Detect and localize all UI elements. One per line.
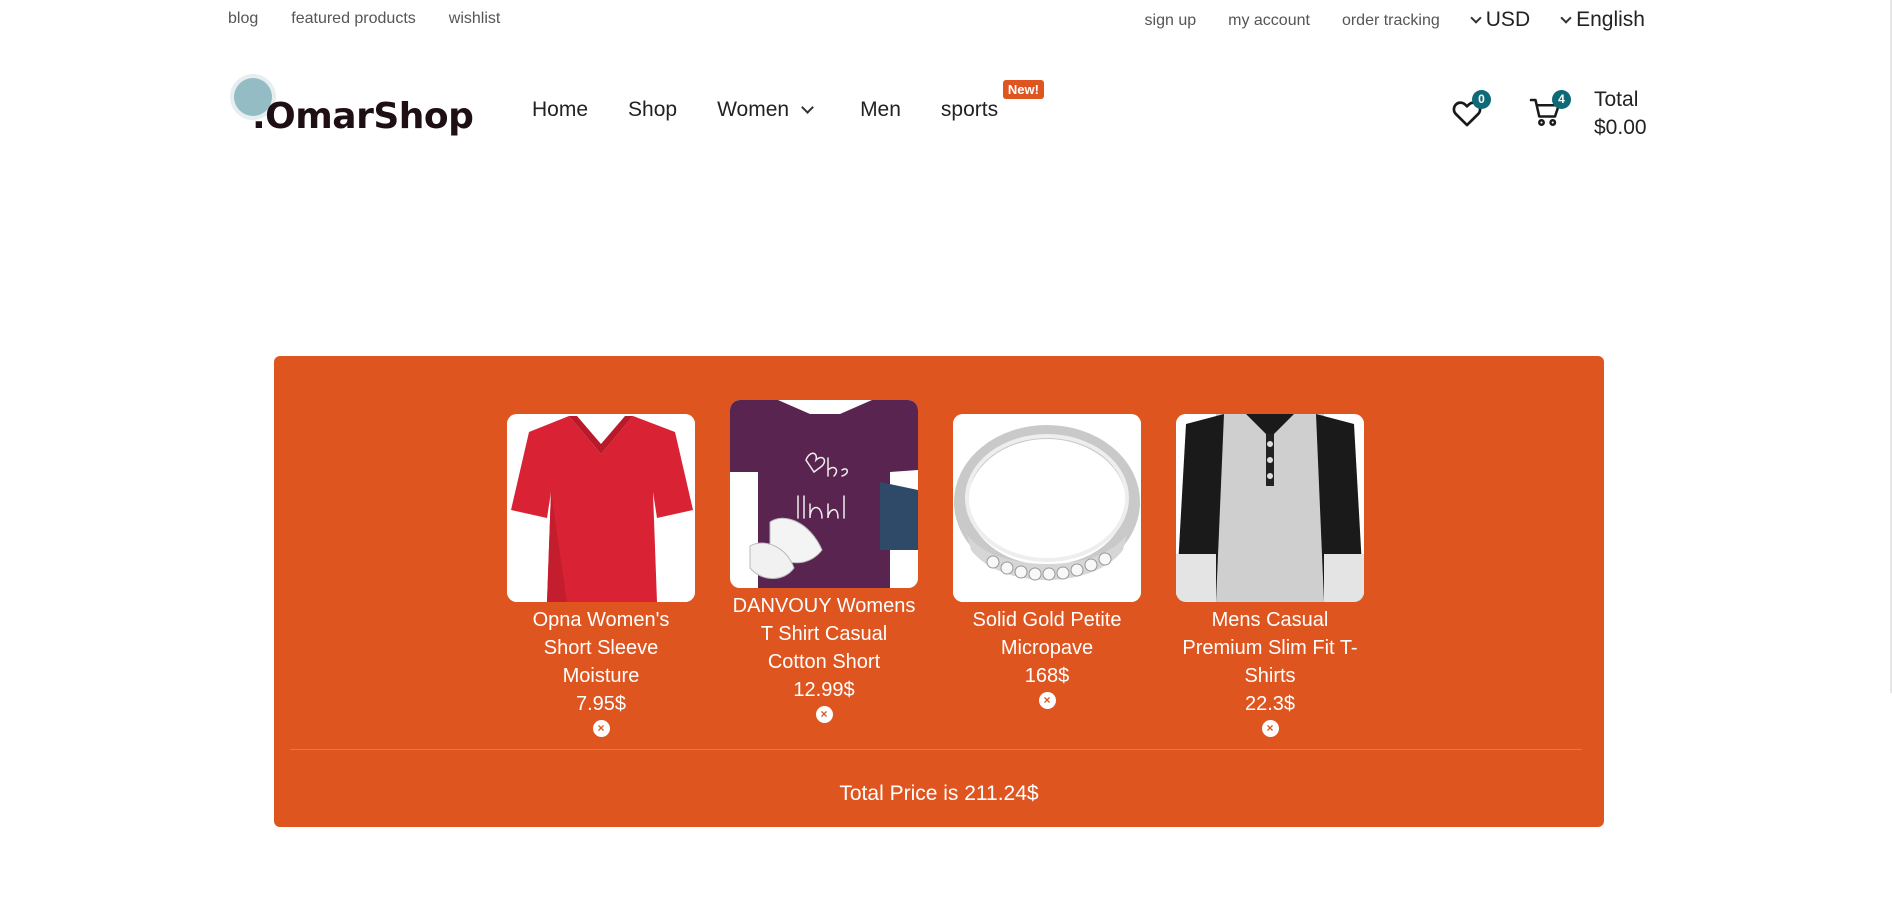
cart-total-label: Total bbox=[1594, 88, 1639, 111]
featured-products-link[interactable]: featured products bbox=[291, 10, 416, 28]
cart-total: Total $0.00 bbox=[1594, 86, 1647, 142]
cart-item: DANVOUY Womens T Shirt Casual Cotton Sho… bbox=[729, 400, 919, 723]
header-actions: 0 4 Total $0.00 bbox=[1448, 86, 1668, 146]
my-account-link[interactable]: my account bbox=[1228, 12, 1310, 30]
cart-count-badge: 4 bbox=[1552, 90, 1571, 109]
divider bbox=[290, 749, 1582, 750]
red-shirt-image bbox=[507, 414, 695, 602]
chevron-down-icon bbox=[1560, 12, 1572, 24]
nav-women-label: Women bbox=[717, 98, 790, 121]
site-logo[interactable]: .OmarShop bbox=[230, 70, 474, 140]
remove-item-button[interactable]: × bbox=[815, 706, 833, 723]
product-image[interactable] bbox=[507, 414, 695, 602]
cart-panel: Opna Women's Short Sleeve Moisture 7.95$… bbox=[274, 356, 1604, 827]
currency-select[interactable]: USD bbox=[1470, 8, 1531, 32]
sign-up-link[interactable]: sign up bbox=[1145, 12, 1197, 30]
cart-button[interactable]: 4 bbox=[1528, 90, 1571, 130]
top-bar: blog featured products wishlist sign up … bbox=[0, 0, 1892, 40]
currency-value: USD bbox=[1485, 8, 1531, 31]
chevron-down-icon bbox=[801, 101, 814, 114]
product-name: Opna Women's Short Sleeve Moisture bbox=[532, 609, 670, 687]
nav-men[interactable]: Men bbox=[860, 98, 901, 122]
chevron-down-icon bbox=[1470, 12, 1482, 24]
nav-shop[interactable]: Shop bbox=[628, 98, 677, 122]
language-select[interactable]: English bbox=[1560, 8, 1645, 32]
site-header: .OmarShop Home Shop Women Men sports New… bbox=[0, 60, 1892, 150]
product-name: Solid Gold Petite Micropave bbox=[972, 609, 1122, 659]
henley-shirt-image bbox=[1176, 414, 1364, 602]
product-image[interactable] bbox=[1176, 414, 1364, 602]
product-image[interactable] bbox=[953, 414, 1141, 602]
product-name: Mens Casual Premium Slim Fit T-Shirts bbox=[1182, 609, 1358, 687]
new-badge: New! bbox=[1002, 80, 1044, 99]
product-price: 22.3$ bbox=[1244, 693, 1296, 715]
product-price: 168$ bbox=[1024, 665, 1070, 687]
cart-item: Mens Casual Premium Slim Fit T-Shirts 22… bbox=[1175, 414, 1365, 737]
nav-home[interactable]: Home bbox=[532, 98, 588, 122]
ring-image bbox=[953, 414, 1141, 602]
wishlist-count-badge: 0 bbox=[1472, 90, 1491, 109]
nav-sports-label: sports bbox=[940, 98, 999, 121]
language-value: English bbox=[1576, 8, 1645, 31]
remove-item-button[interactable]: × bbox=[592, 720, 610, 737]
wishlist-link[interactable]: wishlist bbox=[449, 10, 501, 28]
blog-link[interactable]: blog bbox=[228, 10, 258, 28]
remove-item-button[interactable]: × bbox=[1038, 692, 1056, 709]
order-tracking-link[interactable]: order tracking bbox=[1342, 12, 1440, 30]
logo-text: .OmarShop bbox=[252, 96, 474, 137]
wishlist-button[interactable]: 0 bbox=[1448, 90, 1491, 130]
main-nav: Home Shop Women Men sports New! bbox=[532, 80, 1044, 122]
remove-item-button[interactable]: × bbox=[1261, 720, 1279, 737]
purple-shirt-image bbox=[730, 400, 918, 588]
cart-item: Solid Gold Petite Micropave 168$ × bbox=[952, 414, 1142, 709]
nav-women[interactable]: Women bbox=[717, 98, 814, 122]
top-links-left: blog featured products wishlist bbox=[228, 10, 500, 28]
product-name: DANVOUY Womens T Shirt Casual Cotton Sho… bbox=[732, 595, 916, 673]
product-image[interactable] bbox=[730, 400, 918, 588]
cart-item: Opna Women's Short Sleeve Moisture 7.95$… bbox=[506, 414, 696, 737]
product-price: 7.95$ bbox=[575, 693, 627, 715]
total-price: Total Price is 211.24$ bbox=[839, 782, 1039, 805]
product-price: 12.99$ bbox=[793, 679, 855, 701]
nav-sports[interactable]: sports New! bbox=[940, 80, 1044, 122]
top-links-right: sign up my account order tracking USD En… bbox=[1145, 8, 1645, 32]
cart-total-value: $0.00 bbox=[1594, 116, 1647, 139]
